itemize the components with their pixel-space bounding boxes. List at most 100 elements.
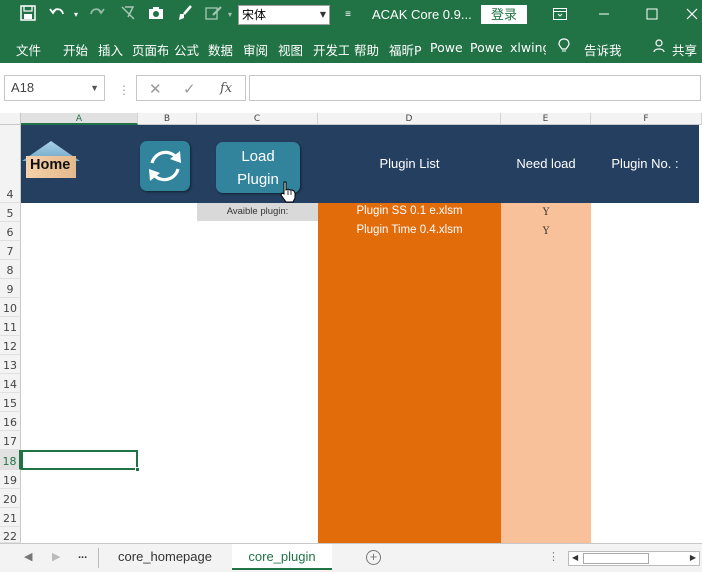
tab-xlwings[interactable]: xlwing: [510, 40, 546, 55]
row-header-21[interactable]: 21: [0, 508, 21, 527]
scrollbar-thumb[interactable]: [583, 553, 649, 564]
need-load-header: Need load: [516, 156, 576, 171]
column-header-a[interactable]: A: [21, 113, 138, 125]
formula-input[interactable]: [249, 75, 701, 101]
splitter-dots-icon[interactable]: ⋮: [548, 550, 559, 563]
plugin-list-item-1[interactable]: Plugin SS 0.1 e.xlsm: [318, 205, 501, 217]
tab-formulas[interactable]: 公式: [174, 40, 199, 59]
worksheet-grid[interactable]: Home Load Plugin Plugin List Need load P…: [21, 125, 702, 543]
row-header-4[interactable]: 4: [0, 125, 21, 203]
scroll-right-icon[interactable]: ▶: [690, 553, 696, 562]
plugin-list-column-fill: [318, 203, 501, 543]
more-icon[interactable]: ≡: [338, 5, 358, 25]
camera-icon[interactable]: [146, 5, 166, 25]
scroll-tabs-left-icon[interactable]: ◀: [24, 550, 32, 563]
need-load-column-fill: [501, 203, 591, 543]
need-load-item-2[interactable]: Y: [501, 226, 591, 237]
clear-format-icon[interactable]: [118, 5, 138, 25]
scroll-left-icon[interactable]: ◀: [572, 553, 578, 562]
chevron-down-icon: ▼: [319, 10, 326, 19]
font-name-select[interactable]: 宋体 ▼: [238, 5, 330, 25]
sheet-tab-core-homepage[interactable]: core_homepage: [100, 544, 230, 570]
row-header-5[interactable]: 5: [0, 203, 21, 222]
tab-home[interactable]: 开始: [63, 40, 88, 59]
tab-page-layout[interactable]: 页面布: [132, 40, 168, 59]
tab-help[interactable]: 帮助: [354, 40, 379, 59]
fill-handle[interactable]: [135, 467, 140, 472]
row-header-13[interactable]: 13: [0, 355, 21, 374]
undo-icon[interactable]: [48, 5, 68, 25]
row-header-19[interactable]: 19: [0, 470, 21, 489]
enter-icon[interactable]: ✓: [183, 80, 196, 98]
tab-file[interactable]: 文件: [16, 40, 41, 59]
minimize-icon[interactable]: [594, 5, 614, 25]
plugin-no-header: Plugin No. :: [611, 156, 679, 171]
home-button[interactable]: Home: [21, 139, 81, 179]
horizontal-scrollbar[interactable]: ◀ ▶: [568, 551, 700, 566]
row-header-9[interactable]: 9: [0, 279, 21, 298]
row-header-18[interactable]: 18: [0, 450, 21, 470]
tell-me-search[interactable]: 告诉我: [584, 40, 622, 59]
need-load-item-1[interactable]: Y: [501, 207, 591, 218]
tab-review[interactable]: 审阅: [243, 40, 268, 59]
load-plugin-label-line1: Load: [241, 148, 275, 165]
name-box[interactable]: A18 ▼: [4, 75, 105, 101]
row-header-12[interactable]: 12: [0, 336, 21, 355]
brush-icon[interactable]: [175, 5, 195, 25]
close-icon[interactable]: [682, 5, 702, 25]
row-header-7[interactable]: 7: [0, 241, 21, 260]
row-header-20[interactable]: 20: [0, 489, 21, 508]
row-header-6[interactable]: 6: [0, 222, 21, 241]
row-header-8[interactable]: 8: [0, 260, 21, 279]
hand-cursor-icon: [280, 181, 296, 203]
redo-icon: [86, 5, 106, 25]
tab-insert[interactable]: 插入: [98, 40, 123, 59]
login-button[interactable]: 登录: [481, 5, 527, 24]
home-label: Home: [30, 157, 71, 173]
insert-function-icon[interactable]: fx: [220, 81, 232, 96]
row-header-14[interactable]: 14: [0, 374, 21, 393]
select-all-corner[interactable]: [0, 113, 21, 125]
refresh-button[interactable]: [140, 141, 190, 191]
splitter-dots-icon[interactable]: ⋮: [118, 83, 130, 97]
row-header-16[interactable]: 16: [0, 412, 21, 431]
share-button[interactable]: 共享: [672, 40, 697, 59]
plugin-list-item-2[interactable]: Plugin Time 0.4.xlsm: [318, 224, 501, 236]
save-icon[interactable]: [18, 5, 38, 25]
column-header-e[interactable]: E: [501, 113, 591, 125]
selected-cell-a18[interactable]: [21, 450, 140, 472]
column-header-d[interactable]: D: [318, 113, 501, 125]
cancel-icon[interactable]: ✕: [149, 80, 162, 98]
row-header-11[interactable]: 11: [0, 317, 21, 336]
ribbon-display-icon[interactable]: [550, 5, 570, 25]
user-icon: [653, 39, 667, 56]
chevron-down-icon: ▼: [90, 83, 99, 93]
row-header-15[interactable]: 15: [0, 393, 21, 412]
tab-power-1[interactable]: Powe: [430, 40, 464, 55]
sheet-tab-bar: ◀ ▶ ... core_homepage core_plugin + ⋮ ◀ …: [0, 543, 702, 572]
column-header-b[interactable]: B: [138, 113, 197, 125]
tab-power-2[interactable]: Powe: [470, 40, 504, 55]
available-plugin-label: Avaible plugin:: [197, 203, 318, 221]
row-header-17[interactable]: 17: [0, 431, 21, 450]
scroll-tabs-right-icon[interactable]: ▶: [52, 550, 60, 563]
row-header-22[interactable]: 22: [0, 527, 21, 543]
column-header-c[interactable]: C: [197, 113, 318, 125]
add-sheet-button[interactable]: +: [366, 550, 381, 565]
font-name-value: 宋体: [242, 8, 267, 22]
maximize-icon[interactable]: [642, 5, 662, 25]
plugin-list-header: Plugin List: [379, 156, 440, 171]
header-banner: Home Load Plugin Plugin List Need load P…: [21, 125, 699, 203]
tab-developer[interactable]: 开发工: [313, 40, 349, 59]
pen-dropdown-icon: ▾: [227, 10, 232, 19]
sheet-tab-core-plugin[interactable]: core_plugin: [232, 544, 332, 570]
tab-view[interactable]: 视图: [278, 40, 303, 59]
column-header-f[interactable]: F: [591, 113, 702, 125]
undo-dropdown-icon[interactable]: ▾: [66, 5, 86, 25]
refresh-icon: [149, 150, 181, 182]
tab-foxit[interactable]: 福昕P: [389, 40, 425, 59]
tab-data[interactable]: 数据: [208, 40, 233, 59]
more-sheets-button[interactable]: ...: [78, 549, 87, 561]
row-header-10[interactable]: 10: [0, 298, 21, 317]
formula-buttons: ✕ ✓ fx: [136, 75, 246, 101]
